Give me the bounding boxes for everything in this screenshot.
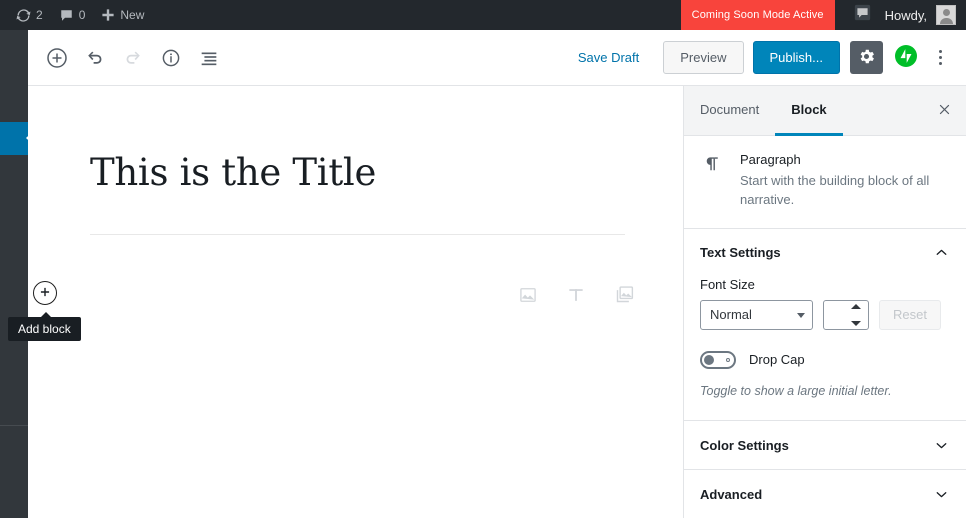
selected-block-description: Start with the building block of all nar… xyxy=(740,173,930,207)
text-icon[interactable] xyxy=(566,285,586,305)
custom-font-size-input[interactable] xyxy=(823,299,869,330)
user-avatar-icon xyxy=(936,5,956,25)
close-icon xyxy=(937,102,952,120)
admin-bar-notification-button[interactable] xyxy=(844,0,881,30)
drop-cap-row: Drop Cap xyxy=(700,350,950,369)
color-settings-title: Color Settings xyxy=(700,437,789,453)
admin-bar-comments[interactable]: 0 xyxy=(51,0,94,30)
admin-bar-right-group: Coming Soon Mode Active Howdy, xyxy=(680,0,966,30)
comment-bubble-icon xyxy=(59,8,74,23)
font-size-label: Font Size xyxy=(700,276,755,292)
chevron-down-icon xyxy=(933,437,950,454)
admin-bar-my-account[interactable]: Howdy, xyxy=(881,0,966,30)
toggle-off-indicator xyxy=(726,357,730,362)
spinner-down-arrow[interactable] xyxy=(850,320,861,326)
font-size-select-wrap: Normal xyxy=(700,299,813,330)
content-structure-info-button[interactable] xyxy=(153,40,189,76)
sidebar-tab-bar: Document Block xyxy=(684,86,966,136)
gallery-icon[interactable] xyxy=(614,284,635,305)
text-settings-title: Text Settings xyxy=(700,245,781,261)
plus-icon xyxy=(101,8,115,22)
redo-icon xyxy=(122,47,144,69)
ellipsis-dot xyxy=(938,62,942,65)
color-settings-panel: Color Settings xyxy=(684,421,966,471)
color-settings-panel-header[interactable]: Color Settings xyxy=(684,421,966,469)
save-draft-button[interactable]: Save Draft xyxy=(566,44,651,71)
add-block-button[interactable] xyxy=(39,40,75,76)
image-icon[interactable] xyxy=(518,285,538,305)
more-menu-button[interactable] xyxy=(924,40,956,76)
editor-settings-sidebar: Document Block Paragraph Start with the … xyxy=(683,86,966,518)
admin-bar-updates[interactable]: 2 xyxy=(8,0,51,30)
settings-gear-button[interactable] xyxy=(850,41,883,74)
block-navigation-button[interactable] xyxy=(191,40,227,76)
admin-bar-new-label: New xyxy=(120,8,145,22)
drop-cap-help-text: Toggle to show a large initial letter. xyxy=(700,383,892,398)
close-sidebar-button[interactable] xyxy=(922,86,966,135)
selected-block-meta: Paragraph Start with the building block … xyxy=(740,152,950,210)
post-title-field[interactable]: This is the Title xyxy=(90,151,625,195)
editor-header-toolbar: Save Draft Preview Publish... xyxy=(28,30,966,86)
text-settings-panel-header[interactable]: Text Settings xyxy=(684,229,966,277)
chevron-down-icon xyxy=(933,486,950,503)
preview-button[interactable]: Preview xyxy=(663,41,744,74)
add-block-tooltip: Add block xyxy=(8,312,81,341)
advanced-title: Advanced xyxy=(700,486,763,502)
wp-admin-bar: 2 0 New Coming Soon Mode Active Howdy, xyxy=(0,0,966,30)
admin-bar-new-content[interactable]: New xyxy=(93,0,152,30)
advanced-panel-header[interactable]: Advanced xyxy=(684,470,966,518)
text-settings-panel: Text Settings Font Size Normal Reset Dro… xyxy=(684,229,966,422)
plus-circle-icon xyxy=(38,285,52,302)
text-settings-panel-body: Font Size Normal Reset Drop Cap Toggle t… xyxy=(684,277,966,421)
howdy-label: Howdy, xyxy=(884,7,927,23)
editor-header-left-tools xyxy=(28,40,227,76)
info-circle-icon xyxy=(160,47,182,69)
editor-header-right-tools: Save Draft Preview Publish... xyxy=(566,40,966,76)
tab-document[interactable]: Document xyxy=(684,86,775,136)
chevron-up-icon xyxy=(933,244,950,261)
paragraph-pilcrow-icon xyxy=(700,152,724,210)
sidebar-divider xyxy=(0,425,28,426)
spinner-arrows-icon[interactable] xyxy=(849,303,862,326)
jetpack-button[interactable] xyxy=(890,42,922,74)
drop-cap-toggle[interactable] xyxy=(700,350,736,369)
wp-admin-menu-sidebar[interactable] xyxy=(0,30,28,518)
advanced-panel: Advanced xyxy=(684,470,966,518)
spinner-up-arrow[interactable] xyxy=(850,303,861,309)
redo-button[interactable] xyxy=(115,40,151,76)
tab-block[interactable]: Block xyxy=(775,86,843,136)
plus-circle-icon xyxy=(45,46,69,70)
jetpack-icon xyxy=(895,45,917,70)
publish-button[interactable]: Publish... xyxy=(752,41,840,74)
block-navigation-icon xyxy=(198,47,220,69)
toggle-knob xyxy=(704,354,714,365)
ellipsis-dot xyxy=(938,56,942,59)
coming-soon-mode-badge[interactable]: Coming Soon Mode Active xyxy=(680,0,835,30)
admin-bar-gap xyxy=(835,0,844,30)
inserter-add-block-button[interactable] xyxy=(33,281,57,305)
admin-bar-updates-count: 2 xyxy=(36,8,43,22)
block-placeholder-icons xyxy=(518,284,635,305)
font-size-reset-button[interactable]: Reset xyxy=(879,299,941,330)
selected-block-card: Paragraph Start with the building block … xyxy=(684,136,966,229)
font-size-select[interactable]: Normal xyxy=(700,299,813,330)
undo-button[interactable] xyxy=(77,40,113,76)
left-chevron-pointer-icon xyxy=(16,122,28,155)
title-underline xyxy=(90,234,625,235)
editor-canvas[interactable]: This is the Title xyxy=(28,86,683,518)
admin-bar-comments-count: 0 xyxy=(78,8,86,22)
drop-cap-label: Drop Cap xyxy=(749,352,805,368)
comment-dark-icon xyxy=(854,4,871,26)
gear-icon xyxy=(857,47,876,69)
admin-bar-left-group: 2 0 New xyxy=(0,0,152,30)
font-size-controls: Normal Reset xyxy=(700,299,950,330)
selected-block-title: Paragraph xyxy=(740,152,801,167)
undo-icon xyxy=(84,47,106,69)
wordpress-updates-icon xyxy=(16,8,31,23)
ellipsis-vertical-icon xyxy=(938,50,942,53)
